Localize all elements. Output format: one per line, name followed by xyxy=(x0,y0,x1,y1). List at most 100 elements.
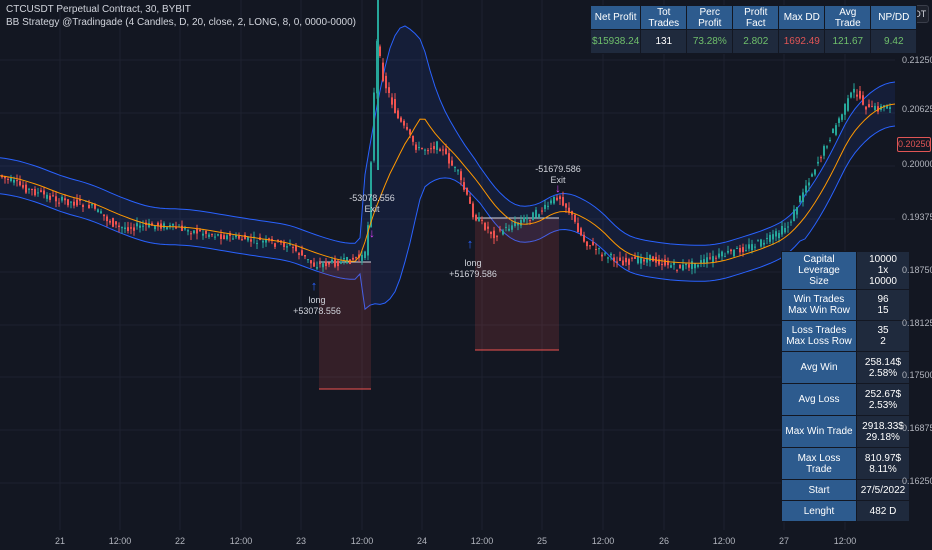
candle-body xyxy=(10,177,12,182)
candle-body xyxy=(298,253,300,255)
stat-np-dd: 9.42 xyxy=(870,29,918,54)
candle-body xyxy=(874,105,876,110)
trade1-entry-arrow-icon: ↑ xyxy=(311,278,318,293)
current-price-tag: 0.20250 xyxy=(897,137,931,152)
candle-body xyxy=(208,234,210,237)
candle-body xyxy=(430,148,432,150)
time-axis-label: 12:00 xyxy=(229,536,253,546)
candle-body xyxy=(616,261,618,263)
candle-body xyxy=(634,256,636,259)
candle-body xyxy=(106,216,108,222)
candle-body xyxy=(838,118,840,123)
stat-header: NP/DD xyxy=(870,5,918,30)
candle-body xyxy=(361,254,363,261)
candle-body xyxy=(832,128,834,134)
time-axis-label: 12:00 xyxy=(350,536,374,546)
candle-body xyxy=(541,210,543,212)
candle-body xyxy=(565,203,567,208)
candle-body xyxy=(559,196,561,200)
candle-body xyxy=(868,104,870,108)
candle-body xyxy=(136,223,138,227)
price-axis-label: 0.16875 xyxy=(902,423,932,433)
candle-body xyxy=(451,160,453,166)
candle-body xyxy=(76,199,78,206)
candle-body xyxy=(805,185,807,193)
avg-win-label: Avg Win xyxy=(781,351,857,384)
candle-body xyxy=(796,207,798,215)
candle-body xyxy=(766,237,768,239)
time-axis-label: 25 xyxy=(536,536,548,546)
candle-body xyxy=(802,192,804,203)
win-labels: Win Trades Max Win Row xyxy=(781,289,857,321)
max-loss-trade-label: Max Loss Trade xyxy=(781,447,857,480)
candle-body xyxy=(109,220,111,223)
time-axis-label: 12:00 xyxy=(470,536,494,546)
time-axis-label: 12:00 xyxy=(833,536,857,546)
candle-body xyxy=(604,253,606,255)
candle-body xyxy=(622,260,624,266)
trade2-exit-label: -51679.586 Exit xyxy=(535,164,581,185)
candle-body xyxy=(220,234,222,239)
start-label: Start xyxy=(781,479,857,501)
strategy-title[interactable]: BB Strategy @Tradingade (4 Candles, D, 2… xyxy=(6,17,356,28)
candle-body xyxy=(226,235,228,240)
candle-body xyxy=(202,233,204,236)
candle-body xyxy=(547,205,549,207)
candle-body xyxy=(664,259,666,266)
candle-body xyxy=(163,223,165,229)
length-label: Lenght xyxy=(781,500,857,522)
candle-body xyxy=(97,209,99,213)
candle-body xyxy=(850,92,852,98)
candle-body xyxy=(16,180,18,182)
candle-body xyxy=(469,196,471,204)
candle-body xyxy=(772,234,774,240)
candle-body xyxy=(787,226,789,228)
symbol-title[interactable]: CTCUSDT Perpetual Contract, 30, BYBIT xyxy=(6,4,191,15)
candle-body xyxy=(55,196,57,202)
candle-body xyxy=(355,257,357,259)
candle-body xyxy=(250,239,252,242)
candle-body xyxy=(496,236,498,238)
candle-body xyxy=(613,257,615,262)
candle-body xyxy=(685,263,687,266)
candle-body xyxy=(811,174,813,177)
stat-tot-trades: 131 xyxy=(640,29,688,54)
candle-body xyxy=(625,257,627,263)
candle-body xyxy=(649,254,651,262)
candle-body xyxy=(448,153,450,164)
candle-body xyxy=(775,231,777,237)
candle-body xyxy=(595,249,597,251)
candle-body xyxy=(715,257,717,259)
candle-body xyxy=(331,259,333,263)
candle-body xyxy=(859,90,861,99)
avg-loss-label: Avg Loss xyxy=(781,383,857,416)
win-values: 96 15 xyxy=(856,289,910,321)
candle-body xyxy=(142,225,144,227)
candle-body xyxy=(481,219,483,221)
price-axis-label: 0.20000 xyxy=(902,159,932,169)
candle-body xyxy=(751,244,753,251)
candle-body xyxy=(283,242,285,247)
max-loss-trade-values: 810.97$ 8.11% xyxy=(856,447,910,480)
candle-body xyxy=(721,251,723,257)
candle-body xyxy=(763,242,765,245)
candle-body xyxy=(493,230,495,239)
candle-body xyxy=(169,225,171,227)
candle-body xyxy=(382,62,384,82)
candle-body xyxy=(112,218,114,227)
trade1-entry-label: long +53078.556 xyxy=(293,295,341,316)
candle-body xyxy=(526,217,528,220)
candle-body xyxy=(574,214,576,222)
candle-body xyxy=(415,144,417,150)
candle-body xyxy=(784,227,786,233)
time-axis-label: 27 xyxy=(778,536,790,546)
candle-body xyxy=(553,196,555,204)
trade1-exit-arrow-icon: ↓ xyxy=(369,226,375,240)
candle-body xyxy=(808,182,810,186)
time-axis-label: 12:00 xyxy=(712,536,736,546)
candle-body xyxy=(235,235,237,238)
avg-loss-values: 252.67$ 2.53% xyxy=(856,383,910,416)
candle-body xyxy=(769,234,771,242)
time-axis-label: 22 xyxy=(174,536,186,546)
candle-body xyxy=(703,259,705,264)
